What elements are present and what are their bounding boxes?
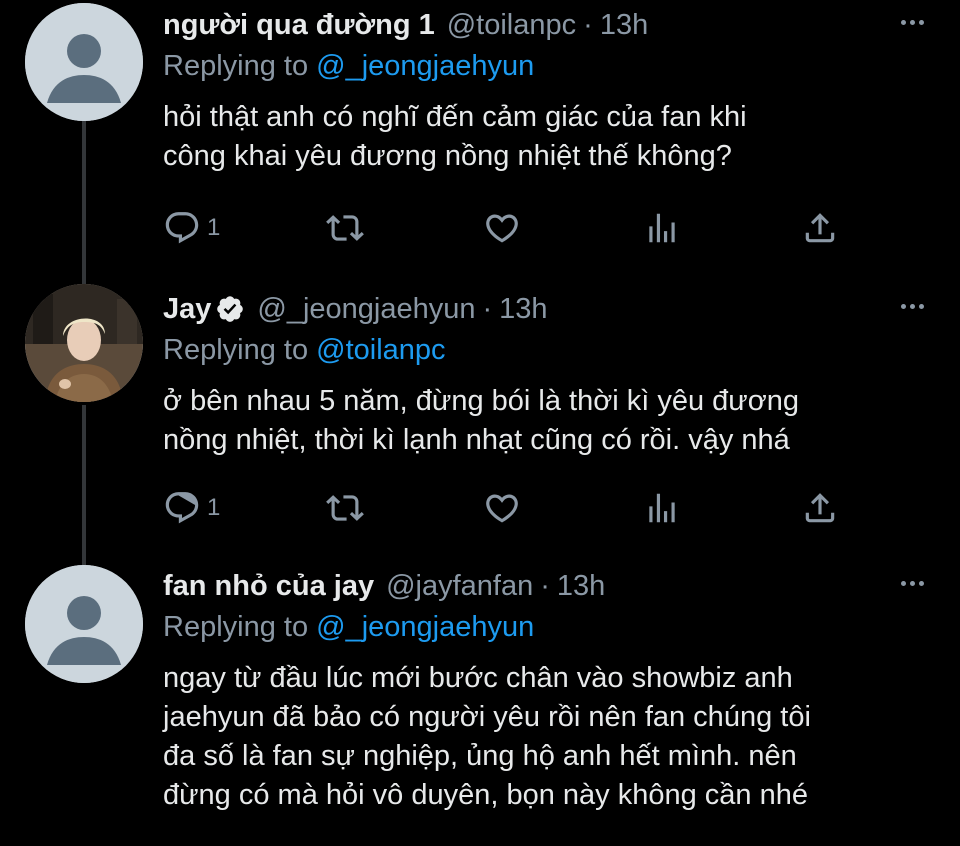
like-icon: [486, 214, 518, 243]
tweet-header: Jay @_jeongjaehyun · 13h: [163, 288, 930, 330]
default-avatar-icon: [25, 565, 143, 683]
replying-to: Replying to @_jeongjaehyun: [163, 607, 930, 647]
separator-dot: ·: [482, 292, 493, 325]
tweet-text: hỏi thật anh có nghĩ đến cảm giác của fa…: [163, 101, 747, 172]
share-icon: [805, 213, 835, 243]
separator-dot: ·: [583, 8, 593, 41]
reply-button[interactable]: 1: [163, 488, 220, 528]
display-name[interactable]: Jay: [163, 293, 211, 326]
mention-link[interactable]: @toilanpc: [316, 334, 445, 366]
user-handle[interactable]: @_jeongjaehyun: [257, 293, 475, 326]
more-options-icon[interactable]: [894, 12, 930, 32]
replying-to: Replying to @_jeongjaehyun: [163, 46, 930, 86]
retweet-icon: [326, 215, 364, 241]
timestamp[interactable]: 13h: [499, 293, 547, 326]
more-options-icon[interactable]: [894, 296, 930, 316]
tweet[interactable]: fan nhỏ của jay @jayfanfan · 13h Replyin…: [0, 565, 960, 846]
tweet-text: ngay từ đầu lúc mới bước chân vào showbi…: [163, 662, 811, 811]
reply-button[interactable]: 1: [163, 208, 220, 248]
analytics-icon: [649, 213, 675, 243]
mention-link[interactable]: @_jeongjaehyun: [316, 611, 534, 643]
reply-icon: [165, 492, 199, 524]
timestamp[interactable]: 13h: [600, 9, 648, 42]
retweet-button[interactable]: [326, 208, 364, 248]
share-icon: [805, 493, 835, 523]
like-icon: [486, 494, 518, 523]
tweet[interactable]: người qua đường 1 @toilanpc · 13h Replyi…: [0, 0, 960, 280]
timestamp[interactable]: 13h: [557, 570, 605, 603]
replying-to: Replying to @toilanpc: [163, 330, 930, 370]
more-options-icon[interactable]: [894, 573, 930, 593]
retweet-icon: [326, 495, 364, 521]
action-bar: 1: [163, 208, 863, 248]
replying-to-label: Replying to: [163, 334, 309, 366]
avatar[interactable]: [25, 565, 143, 683]
user-photo-avatar: [25, 284, 143, 402]
display-name[interactable]: fan nhỏ của jay: [163, 570, 374, 603]
tweet-text: ở bên nhau 5 năm, đừng bói là thời kì yê…: [163, 385, 799, 456]
tweet-header: người qua đường 1 @toilanpc · 13h: [163, 4, 930, 46]
analytics-button[interactable]: [643, 208, 681, 248]
reply-count: 1: [207, 494, 221, 521]
retweet-button[interactable]: [326, 488, 364, 528]
analytics-icon: [649, 493, 675, 523]
default-avatar-icon: [25, 3, 143, 121]
like-button[interactable]: [483, 488, 521, 528]
reply-count: 1: [207, 214, 221, 241]
replying-to-label: Replying to: [163, 611, 309, 643]
tweet-header: fan nhỏ của jay @jayfanfan · 13h: [163, 565, 930, 607]
mention-link[interactable]: @_jeongjaehyun: [316, 50, 534, 82]
analytics-button[interactable]: [643, 488, 681, 528]
user-handle[interactable]: @toilanpc: [447, 9, 576, 42]
action-bar: 1: [163, 488, 863, 528]
user-handle[interactable]: @jayfanfan: [386, 570, 533, 603]
reply-icon: [165, 212, 199, 244]
avatar[interactable]: [25, 3, 143, 121]
tweet[interactable]: Jay @_jeongjaehyun · 13h Replying to @to…: [0, 280, 960, 565]
separator-dot: ·: [540, 569, 550, 602]
verified-badge-icon: [215, 294, 245, 324]
like-button[interactable]: [483, 208, 521, 248]
replying-to-label: Replying to: [163, 50, 309, 82]
share-button[interactable]: [801, 488, 839, 528]
share-button[interactable]: [801, 208, 839, 248]
avatar[interactable]: [25, 284, 143, 402]
display-name[interactable]: người qua đường 1: [163, 9, 435, 42]
